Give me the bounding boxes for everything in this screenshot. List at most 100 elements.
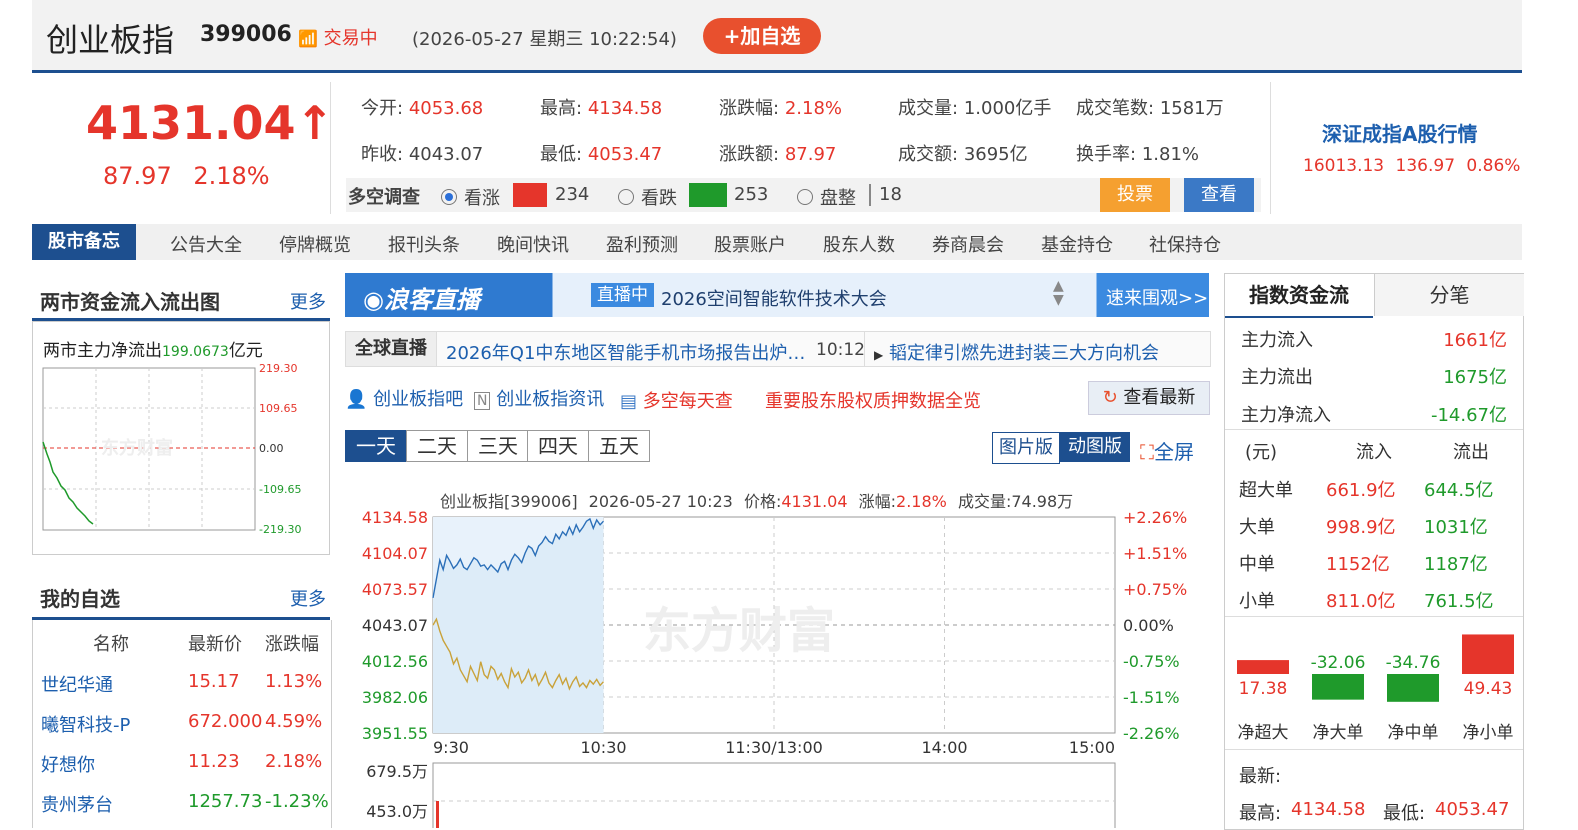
- mode-picture-button[interactable]: 图片版: [992, 432, 1060, 464]
- tab-two-day[interactable]: 二天: [406, 430, 468, 462]
- nav-item[interactable]: 停牌概览: [279, 231, 351, 257]
- scroll-arrows-icon[interactable]: ▲ ▼: [1053, 279, 1064, 307]
- nav-item[interactable]: 券商晨会: [932, 231, 1004, 257]
- refresh-button[interactable]: ↻ 查看最新: [1088, 381, 1210, 415]
- news-link[interactable]: N 创业板指资讯: [474, 385, 604, 411]
- daily-link[interactable]: ▤ 多空每天查: [620, 387, 733, 413]
- flow-unit: 亿元: [228, 341, 263, 361]
- flow-chart-box: 两市主力净流出199.0673亿元 东方财富 219.30 109.65 0.0…: [32, 321, 330, 555]
- net-flow-label: 净大单: [1313, 723, 1364, 743]
- col-header-price: 最新价: [188, 634, 242, 655]
- main-out-value: 1675亿: [1443, 367, 1507, 388]
- rp-low-value: 4053.47: [1435, 799, 1510, 820]
- flow-row-label: 超大单: [1239, 480, 1293, 501]
- flat-count: 18: [879, 184, 902, 205]
- nav-item[interactable]: 报刊头条: [388, 231, 460, 257]
- open-cell: 今开: 4053.68: [361, 94, 483, 120]
- global-time: 10:12: [816, 340, 865, 360]
- flat-bar: [869, 184, 871, 206]
- net-flow-bar: [1387, 674, 1439, 702]
- amount-change-value: 87.97: [784, 144, 837, 165]
- view-button[interactable]: 查看: [1184, 178, 1254, 212]
- live-logo-icon: ◉: [363, 286, 384, 314]
- prev-label: 昨收:: [361, 144, 404, 165]
- nav-active-tab[interactable]: 股市备忘: [32, 224, 136, 260]
- rate-label: 换手率:: [1076, 144, 1137, 165]
- page-header: 创业板指 399006 📶 交易中 (2026-05-27 星期三 10:22:…: [32, 0, 1522, 73]
- tab-three-day[interactable]: 三天: [467, 430, 529, 462]
- x-tick: 10:30: [580, 738, 626, 757]
- pledge-link[interactable]: 重要股东股权质押数据全览: [765, 387, 981, 413]
- bear-label: 看跌: [641, 188, 677, 209]
- nav-item[interactable]: 晚间快讯: [497, 231, 569, 257]
- watch-price: 11.23: [188, 751, 240, 772]
- y-tick-right: -2.26%: [1123, 724, 1180, 743]
- bull-count: 234: [555, 184, 590, 205]
- main-out-label: 主力流出: [1241, 367, 1313, 388]
- divider: [1225, 429, 1523, 430]
- fund-flow-panel: 指数资金流 分笔 主力流入 1661亿 主力流出 1675亿 主力净流入 -14…: [1224, 273, 1524, 830]
- bull-radio[interactable]: [441, 189, 457, 205]
- tab-five-day[interactable]: 五天: [588, 430, 650, 462]
- add-watchlist-button[interactable]: +加自选: [703, 18, 821, 54]
- szse-index-link[interactable]: 深证成指A股行情: [1322, 118, 1477, 147]
- global-headline-2[interactable]: ▶ 韬定律引燃先进封装三大方向机会: [874, 339, 1159, 365]
- tab-ticks[interactable]: 分笔: [1374, 274, 1524, 316]
- mode-dynamic-button[interactable]: 动图版: [1060, 432, 1130, 462]
- global-headline-2-text: 韬定律引燃先进封装三大方向机会: [888, 343, 1159, 364]
- bull-label: 看涨: [464, 188, 500, 209]
- nav-item[interactable]: 公告大全: [170, 231, 242, 257]
- nav-item[interactable]: 股票账户: [714, 231, 786, 257]
- net-flow-label: 净中单: [1388, 723, 1439, 743]
- y-tick-left: 3951.55: [362, 724, 428, 743]
- flow-row-in: 998.9亿: [1326, 517, 1396, 538]
- watch-name[interactable]: 世纪华通: [41, 671, 113, 697]
- global-headline[interactable]: 2026年Q1中东地区智能手机市场报告出炉…: [446, 339, 805, 365]
- price-change: 87.97 2.18%: [103, 162, 270, 190]
- watch-name[interactable]: 曦智科技-P: [41, 711, 130, 737]
- watch-name[interactable]: 贵州茅台: [41, 791, 113, 817]
- net-flow-label: 净小单: [1463, 723, 1514, 743]
- count-value: 1581万: [1159, 98, 1224, 119]
- watch-name[interactable]: 好想你: [41, 751, 95, 777]
- flow-more-link[interactable]: 更多: [290, 288, 326, 314]
- nav-item[interactable]: 基金持仓: [1041, 231, 1113, 257]
- net-flow-value: 49.43: [1464, 679, 1513, 699]
- rate-value: 1.81%: [1141, 144, 1199, 165]
- x-tick: 9:30: [433, 738, 469, 757]
- y-tick-right: -1.51%: [1123, 688, 1180, 707]
- vote-bar: 多空调查 看涨 234 看跌 253 盘整 18 投票 查看: [346, 178, 1261, 212]
- expand-icon: ⛶: [1140, 440, 1154, 464]
- amount-change-label: 涨跌额:: [719, 144, 780, 165]
- watchlist-more-link[interactable]: 更多: [290, 585, 326, 611]
- nav-item[interactable]: 盈利预测: [606, 231, 678, 257]
- flat-radio[interactable]: [797, 189, 813, 205]
- vote-button[interactable]: 投票: [1100, 178, 1170, 212]
- net-flow-bar: [1312, 674, 1364, 700]
- y-tick-right: +2.26%: [1123, 508, 1187, 527]
- tab-index-fund-flow[interactable]: 指数资金流: [1225, 274, 1373, 318]
- bar-link[interactable]: 👤 创业板指吧: [345, 385, 463, 411]
- x-tick: 15:00: [1069, 738, 1115, 757]
- pct-label: 涨跌幅:: [719, 98, 780, 119]
- nav-item[interactable]: 社保持仓: [1149, 231, 1221, 257]
- nav-item[interactable]: 股东人数: [823, 231, 895, 257]
- flow-panel-title: 两市资金流入流出图: [40, 290, 220, 314]
- flow-row-in: 811.0亿: [1326, 591, 1396, 612]
- tab-four-day[interactable]: 四天: [527, 430, 589, 462]
- prev-close-cell: 昨收: 4043.07: [361, 140, 483, 166]
- bar-link-text: 创业板指吧: [373, 389, 464, 410]
- live-banner[interactable]: ◉浪客直播 直播中 2026空间智能软件技术大会 ▲ ▼ 速来围观>>: [345, 273, 1209, 317]
- tab-one-day[interactable]: 一天: [345, 430, 407, 462]
- flow-watermark: 东方财富: [101, 437, 173, 459]
- divider: [330, 82, 331, 214]
- bull-bar: [513, 183, 547, 207]
- flow-row-label: 小单: [1239, 591, 1275, 612]
- watch-pct: 4.59%: [265, 711, 323, 732]
- bear-radio[interactable]: [618, 189, 634, 205]
- watch-pct: 1.13%: [265, 671, 323, 692]
- flow-chart: 东方财富 219.30 109.65 0.00 -109.65 -219.30: [42, 362, 301, 536]
- count-label: 成交笔数:: [1076, 98, 1155, 119]
- fullscreen-button[interactable]: ⛶全屏: [1140, 436, 1194, 465]
- live-cta[interactable]: 速来围观>>: [1106, 284, 1208, 310]
